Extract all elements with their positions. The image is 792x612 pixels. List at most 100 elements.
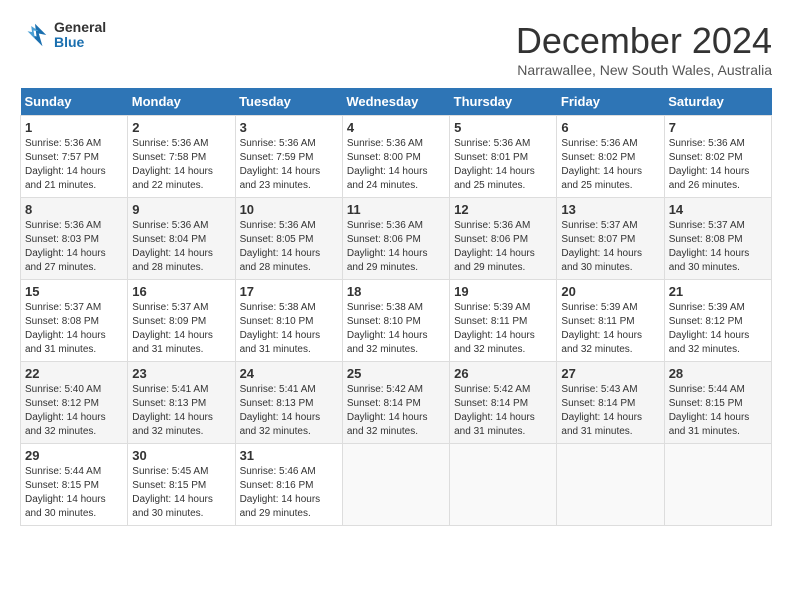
day-info: Sunrise: 5:42 AM Sunset: 8:14 PM Dayligh…: [454, 383, 552, 439]
header-saturday: Saturday: [664, 88, 771, 116]
day-number: 15: [25, 284, 123, 299]
day-number: 20: [561, 284, 659, 299]
table-row: 6 Sunrise: 5:36 AM Sunset: 8:02 PM Dayli…: [557, 116, 664, 198]
table-row: 26 Sunrise: 5:42 AM Sunset: 8:14 PM Dayl…: [450, 362, 557, 444]
table-row: 9 Sunrise: 5:36 AM Sunset: 8:04 PM Dayli…: [128, 198, 235, 280]
day-number: 31: [240, 448, 338, 463]
day-info: Sunrise: 5:37 AM Sunset: 8:07 PM Dayligh…: [561, 219, 659, 275]
day-number: 24: [240, 366, 338, 381]
header-sunday: Sunday: [21, 88, 128, 116]
day-info: Sunrise: 5:36 AM Sunset: 8:01 PM Dayligh…: [454, 137, 552, 193]
table-row: 12 Sunrise: 5:36 AM Sunset: 8:06 PM Dayl…: [450, 198, 557, 280]
table-row: 14 Sunrise: 5:37 AM Sunset: 8:08 PM Dayl…: [664, 198, 771, 280]
day-info: Sunrise: 5:36 AM Sunset: 8:06 PM Dayligh…: [347, 219, 445, 275]
day-info: Sunrise: 5:41 AM Sunset: 8:13 PM Dayligh…: [240, 383, 338, 439]
logo-text-line2: Blue: [54, 35, 106, 50]
day-number: 1: [25, 120, 123, 135]
logo: General Blue: [20, 20, 106, 51]
day-number: 25: [347, 366, 445, 381]
day-info: Sunrise: 5:36 AM Sunset: 8:02 PM Dayligh…: [561, 137, 659, 193]
calendar-week-row: 22 Sunrise: 5:40 AM Sunset: 8:12 PM Dayl…: [21, 362, 772, 444]
day-number: 19: [454, 284, 552, 299]
table-row: 1 Sunrise: 5:36 AM Sunset: 7:57 PM Dayli…: [21, 116, 128, 198]
table-row: [664, 444, 771, 526]
header-tuesday: Tuesday: [235, 88, 342, 116]
table-row: 17 Sunrise: 5:38 AM Sunset: 8:10 PM Dayl…: [235, 280, 342, 362]
table-row: 15 Sunrise: 5:37 AM Sunset: 8:08 PM Dayl…: [21, 280, 128, 362]
table-row: 30 Sunrise: 5:45 AM Sunset: 8:15 PM Dayl…: [128, 444, 235, 526]
day-info: Sunrise: 5:42 AM Sunset: 8:14 PM Dayligh…: [347, 383, 445, 439]
day-number: 7: [669, 120, 767, 135]
calendar-week-row: 15 Sunrise: 5:37 AM Sunset: 8:08 PM Dayl…: [21, 280, 772, 362]
calendar-week-row: 1 Sunrise: 5:36 AM Sunset: 7:57 PM Dayli…: [21, 116, 772, 198]
day-info: Sunrise: 5:36 AM Sunset: 7:58 PM Dayligh…: [132, 137, 230, 193]
day-number: 4: [347, 120, 445, 135]
table-row: 24 Sunrise: 5:41 AM Sunset: 8:13 PM Dayl…: [235, 362, 342, 444]
day-number: 27: [561, 366, 659, 381]
day-number: 13: [561, 202, 659, 217]
day-info: Sunrise: 5:40 AM Sunset: 8:12 PM Dayligh…: [25, 383, 123, 439]
day-number: 21: [669, 284, 767, 299]
day-number: 14: [669, 202, 767, 217]
title-section: December 2024 Narrawallee, New South Wal…: [516, 20, 772, 78]
header-friday: Friday: [557, 88, 664, 116]
day-info: Sunrise: 5:41 AM Sunset: 8:13 PM Dayligh…: [132, 383, 230, 439]
day-number: 23: [132, 366, 230, 381]
day-info: Sunrise: 5:44 AM Sunset: 8:15 PM Dayligh…: [25, 465, 123, 521]
table-row: 7 Sunrise: 5:36 AM Sunset: 8:02 PM Dayli…: [664, 116, 771, 198]
table-row: 21 Sunrise: 5:39 AM Sunset: 8:12 PM Dayl…: [664, 280, 771, 362]
header-monday: Monday: [128, 88, 235, 116]
table-row: [557, 444, 664, 526]
day-info: Sunrise: 5:39 AM Sunset: 8:11 PM Dayligh…: [561, 301, 659, 357]
day-info: Sunrise: 5:37 AM Sunset: 8:08 PM Dayligh…: [25, 301, 123, 357]
table-row: 16 Sunrise: 5:37 AM Sunset: 8:09 PM Dayl…: [128, 280, 235, 362]
day-info: Sunrise: 5:36 AM Sunset: 8:06 PM Dayligh…: [454, 219, 552, 275]
calendar-header-row: Sunday Monday Tuesday Wednesday Thursday…: [21, 88, 772, 116]
day-number: 22: [25, 366, 123, 381]
day-number: 11: [347, 202, 445, 217]
table-row: 2 Sunrise: 5:36 AM Sunset: 7:58 PM Dayli…: [128, 116, 235, 198]
table-row: [450, 444, 557, 526]
day-number: 18: [347, 284, 445, 299]
calendar-week-row: 8 Sunrise: 5:36 AM Sunset: 8:03 PM Dayli…: [21, 198, 772, 280]
day-info: Sunrise: 5:38 AM Sunset: 8:10 PM Dayligh…: [347, 301, 445, 357]
day-info: Sunrise: 5:45 AM Sunset: 8:15 PM Dayligh…: [132, 465, 230, 521]
table-row: 5 Sunrise: 5:36 AM Sunset: 8:01 PM Dayli…: [450, 116, 557, 198]
day-info: Sunrise: 5:37 AM Sunset: 8:09 PM Dayligh…: [132, 301, 230, 357]
calendar: Sunday Monday Tuesday Wednesday Thursday…: [20, 88, 772, 526]
logo-text-line1: General: [54, 20, 106, 35]
table-row: 27 Sunrise: 5:43 AM Sunset: 8:14 PM Dayl…: [557, 362, 664, 444]
table-row: [342, 444, 449, 526]
day-number: 29: [25, 448, 123, 463]
day-info: Sunrise: 5:36 AM Sunset: 8:05 PM Dayligh…: [240, 219, 338, 275]
table-row: 28 Sunrise: 5:44 AM Sunset: 8:15 PM Dayl…: [664, 362, 771, 444]
day-number: 17: [240, 284, 338, 299]
table-row: 10 Sunrise: 5:36 AM Sunset: 8:05 PM Dayl…: [235, 198, 342, 280]
day-number: 5: [454, 120, 552, 135]
day-info: Sunrise: 5:36 AM Sunset: 7:59 PM Dayligh…: [240, 137, 338, 193]
header-wednesday: Wednesday: [342, 88, 449, 116]
day-number: 28: [669, 366, 767, 381]
day-number: 12: [454, 202, 552, 217]
day-number: 26: [454, 366, 552, 381]
table-row: 29 Sunrise: 5:44 AM Sunset: 8:15 PM Dayl…: [21, 444, 128, 526]
day-info: Sunrise: 5:36 AM Sunset: 8:02 PM Dayligh…: [669, 137, 767, 193]
day-info: Sunrise: 5:39 AM Sunset: 8:11 PM Dayligh…: [454, 301, 552, 357]
table-row: 19 Sunrise: 5:39 AM Sunset: 8:11 PM Dayl…: [450, 280, 557, 362]
day-info: Sunrise: 5:44 AM Sunset: 8:15 PM Dayligh…: [669, 383, 767, 439]
table-row: 8 Sunrise: 5:36 AM Sunset: 8:03 PM Dayli…: [21, 198, 128, 280]
table-row: 31 Sunrise: 5:46 AM Sunset: 8:16 PM Dayl…: [235, 444, 342, 526]
day-number: 3: [240, 120, 338, 135]
day-info: Sunrise: 5:46 AM Sunset: 8:16 PM Dayligh…: [240, 465, 338, 521]
table-row: 4 Sunrise: 5:36 AM Sunset: 8:00 PM Dayli…: [342, 116, 449, 198]
table-row: 13 Sunrise: 5:37 AM Sunset: 8:07 PM Dayl…: [557, 198, 664, 280]
logo-icon: [20, 20, 50, 50]
day-info: Sunrise: 5:36 AM Sunset: 8:00 PM Dayligh…: [347, 137, 445, 193]
day-info: Sunrise: 5:37 AM Sunset: 8:08 PM Dayligh…: [669, 219, 767, 275]
table-row: 18 Sunrise: 5:38 AM Sunset: 8:10 PM Dayl…: [342, 280, 449, 362]
location-title: Narrawallee, New South Wales, Australia: [516, 62, 772, 78]
table-row: 22 Sunrise: 5:40 AM Sunset: 8:12 PM Dayl…: [21, 362, 128, 444]
header-thursday: Thursday: [450, 88, 557, 116]
table-row: 25 Sunrise: 5:42 AM Sunset: 8:14 PM Dayl…: [342, 362, 449, 444]
table-row: 20 Sunrise: 5:39 AM Sunset: 8:11 PM Dayl…: [557, 280, 664, 362]
